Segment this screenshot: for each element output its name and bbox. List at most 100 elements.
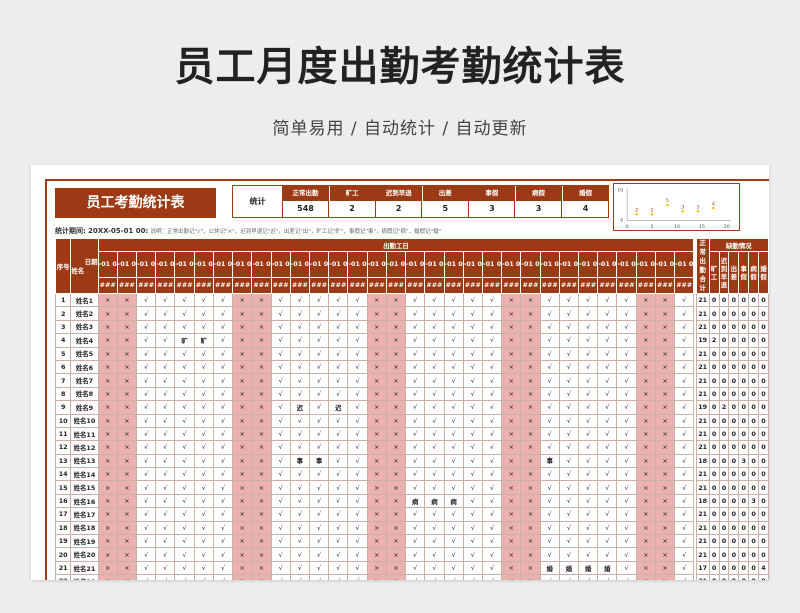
- day-cell: √: [174, 292, 195, 308]
- day-cell: √: [328, 426, 349, 442]
- day-cell: √: [135, 386, 157, 402]
- day-cell: 婚: [558, 560, 580, 576]
- header-day-date: -01 0: [539, 251, 560, 278]
- page-title: 员工月度出勤考勤统计表: [174, 44, 626, 90]
- day-cell: √: [135, 400, 157, 415]
- row-index: 4: [54, 333, 72, 348]
- absence-count: 0: [728, 467, 740, 482]
- absence-count: 3: [748, 493, 760, 509]
- day-cell: ×: [635, 560, 656, 576]
- day-cell: ×: [635, 400, 656, 415]
- day-cell: ×: [520, 480, 541, 495]
- day-cell: ×: [520, 319, 541, 335]
- day-cell: √: [539, 440, 560, 455]
- day-cell: √: [328, 333, 349, 348]
- day-cell: √: [289, 547, 310, 562]
- day-cell: ×: [366, 319, 387, 335]
- day-cell: ×: [520, 534, 541, 549]
- day-cell: √: [289, 480, 310, 495]
- day-cell: ×: [97, 560, 118, 576]
- day-cell: ×: [251, 574, 272, 580]
- absence-count: 0: [758, 386, 769, 402]
- day-cell: ×: [501, 507, 522, 522]
- normal-total: 21: [695, 359, 710, 375]
- absence-count: 0: [728, 520, 740, 536]
- absence-count: 0: [748, 560, 760, 576]
- absence-count: 0: [718, 292, 730, 308]
- row-index: 22: [54, 574, 72, 580]
- day-cell: ×: [232, 534, 253, 549]
- day-cell: √: [616, 373, 637, 388]
- day-cell: ×: [116, 359, 138, 375]
- day-cell: √: [558, 413, 580, 428]
- day-cell: √: [616, 359, 637, 375]
- normal-total: 21: [695, 520, 710, 536]
- day-cell: ×: [520, 520, 541, 536]
- day-cell: ×: [385, 319, 407, 335]
- day-cell: √: [578, 386, 599, 402]
- day-cell: ×: [116, 386, 138, 402]
- day-cell: √: [616, 480, 637, 495]
- day-cell: √: [462, 507, 483, 522]
- day-cell: √: [578, 346, 599, 361]
- day-cell: √: [462, 359, 483, 375]
- day-cell: √: [405, 413, 426, 428]
- day-cell: √: [405, 306, 426, 321]
- day-cell: √: [674, 493, 695, 509]
- day-cell: √: [539, 292, 560, 308]
- day-cell: √: [443, 426, 464, 442]
- day-cell: √: [347, 547, 368, 562]
- absence-count: 0: [738, 440, 750, 455]
- day-cell: ×: [385, 440, 407, 455]
- normal-total: 21: [695, 534, 710, 549]
- day-cell: ×: [116, 373, 138, 388]
- day-cell: ×: [366, 373, 387, 388]
- day-cell: ×: [520, 333, 541, 348]
- day-cell: √: [674, 413, 695, 428]
- normal-total: 21: [695, 574, 710, 580]
- day-cell: ×: [251, 386, 272, 402]
- day-cell: √: [443, 440, 464, 455]
- day-cell: √: [270, 520, 291, 536]
- absence-count: 0: [748, 359, 760, 375]
- day-cell: √: [443, 413, 464, 428]
- header-day-date: -01 0: [616, 251, 637, 278]
- day-cell: ×: [520, 560, 541, 576]
- day-cell: 婚: [597, 560, 618, 576]
- day-cell: √: [405, 292, 426, 308]
- day-cell: √: [405, 453, 426, 469]
- table-row: 18 姓名18 × × √ √ √ √ √ × × √ √ √ √ √ × × √ √ √ √ √ × × √ √ √ √ √ × × √ 21 0…: [54, 520, 769, 536]
- day-cell: ×: [654, 574, 676, 580]
- day-cell: ×: [520, 507, 541, 522]
- day-cell: √: [481, 453, 503, 469]
- day-cell: √: [308, 333, 330, 348]
- day-cell: √: [424, 480, 445, 495]
- day-cell: √: [462, 346, 483, 361]
- day-cell: ×: [501, 574, 522, 580]
- day-cell: ×: [232, 306, 253, 321]
- day-cell: √: [193, 292, 214, 308]
- day-cell: √: [174, 306, 195, 321]
- day-cell: √: [135, 493, 157, 509]
- day-cell: √: [481, 319, 503, 335]
- day-cell: ×: [366, 386, 387, 402]
- day-cell: √: [193, 386, 214, 402]
- summary-column: 旷工 2: [329, 186, 376, 217]
- day-cell: ×: [251, 520, 272, 536]
- day-cell: √: [347, 440, 368, 455]
- absence-count: 0: [738, 574, 750, 580]
- header-day-date: -01 0: [366, 251, 387, 278]
- absence-count: 0: [708, 306, 720, 321]
- day-cell: √: [462, 453, 483, 469]
- day-cell: √: [616, 520, 637, 536]
- normal-total: 21: [695, 440, 710, 455]
- day-cell: √: [405, 547, 426, 562]
- day-cell: ×: [520, 413, 541, 428]
- day-cell: √: [539, 534, 560, 549]
- absence-count: 0: [748, 480, 760, 495]
- attendance-table: 序号 日期 姓名 出勤工日 正常出勤合计 缺勤情况 -01 0 -01 0 -01 0 -01 0…: [54, 237, 769, 580]
- day-cell: ×: [635, 359, 656, 375]
- summary-header: 婚假: [562, 186, 609, 201]
- day-cell: √: [289, 574, 310, 580]
- day-cell: √: [558, 292, 580, 308]
